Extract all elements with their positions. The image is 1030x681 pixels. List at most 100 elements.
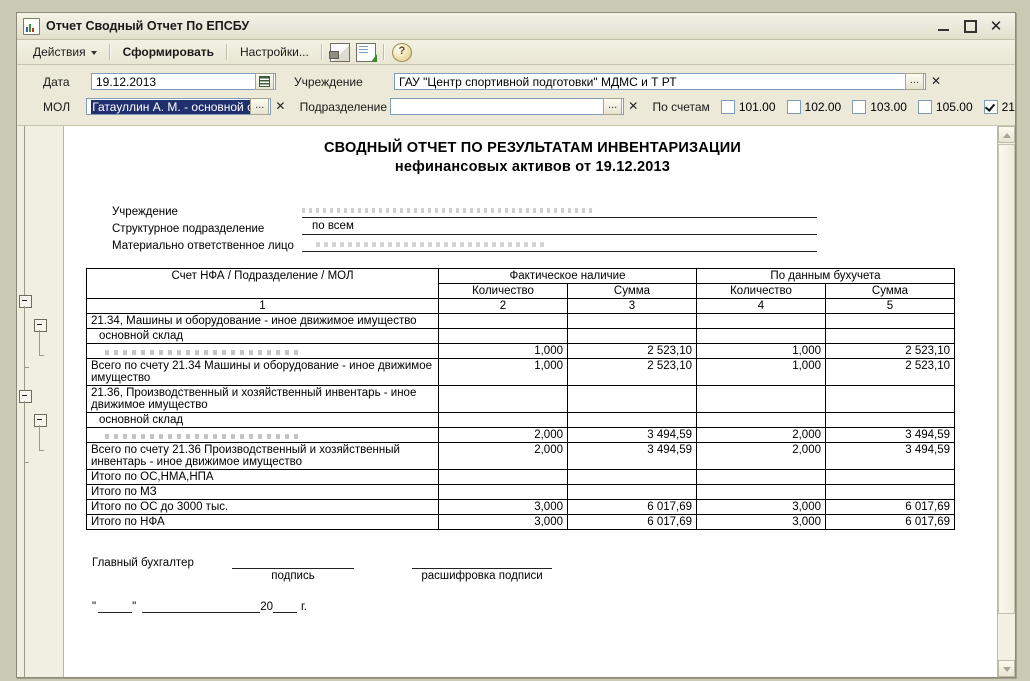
sub-2-stem [39,425,44,451]
checkbox-box[interactable] [983,99,998,114]
table-head: Счет НФА / Подразделение / МОЛ Фактическ… [86,268,955,314]
account-checkbox-105-00[interactable]: 105.00 [917,99,973,114]
window-titlebar: Отчет Сводный Отчет По ЕПСБУ ✕ [17,13,1015,40]
actions-menu-button[interactable]: Действия [25,43,105,61]
table-row[interactable]: 2,000 3 494,59 2,000 3 494,59 [86,427,955,443]
vertical-scrollbar[interactable] [997,126,1015,677]
sub-1-stem [39,330,44,356]
report-window: Отчет Сводный Отчет По ЕПСБУ ✕ Действия … [16,12,1016,678]
checkbox-box[interactable] [917,99,932,114]
scrollbar-thumb[interactable] [998,144,1015,614]
cell-qty-acct: 3,000 [696,514,826,530]
mol-select-button[interactable]: ... [250,98,270,115]
meta-row: Учреждение [112,201,981,218]
cell-sum-acct: 2 523,10 [825,358,955,386]
cell-sum-fact: 6 017,69 [567,499,697,515]
report-title: СВОДНЫЙ ОТЧЕТ ПО РЕЗУЛЬТАТАМ ИНВЕНТАРИЗА… [84,139,981,177]
signature-name-line [412,556,552,569]
signature-row: Главный бухгалтер [92,556,981,569]
table-row[interactable]: Итого по ОС,НМА,НПА [86,469,955,485]
date-value: 19.12.2013 [96,74,157,89]
chevron-down-icon [90,50,97,55]
cell-qty-fact: 2,000 [438,427,568,443]
subdivision-select-button[interactable]: ... [603,98,623,115]
checkbox-box[interactable] [852,99,867,114]
table-row[interactable]: 21.34, Машины и оборудование - иное движ… [86,313,955,329]
calendar-icon[interactable] [255,73,274,90]
cell-sum-fact [567,412,697,428]
subdivision-input[interactable]: ... [389,98,625,115]
cell-sum-acct [825,385,955,413]
mol-value: Гатауллин А. М. - основной склад [91,99,251,114]
account-checkbox-101-00[interactable]: 101.00 [720,99,776,114]
parameters-row-2: МОЛ Гатауллин А. М. - основной склад ...… [17,96,1015,117]
cell-sum-fact: 3 494,59 [567,427,697,443]
table-row[interactable]: Всего по счету 21.34 Машины и оборудован… [86,358,955,386]
subdivision-clear-button[interactable]: ✕ [626,98,640,115]
checkbox-box[interactable] [786,99,801,114]
maximize-button[interactable] [963,19,977,33]
collapse-node-sub-2[interactable] [34,414,47,427]
institution-clear-button[interactable]: ✕ [928,73,944,90]
toolbar-separator [108,44,111,60]
cell-sum-acct [825,484,955,500]
minimize-button[interactable] [937,19,951,33]
cell-sum-acct: 3 494,59 [825,442,955,470]
cell-qty-acct [696,328,826,344]
close-button[interactable]: ✕ [989,19,1003,34]
account-checkbox-21[interactable]: 21 [983,99,1015,114]
header-fact-sum: Сумма [567,283,697,299]
colnum-5: 5 [825,298,955,314]
checkbox-box[interactable] [720,99,735,114]
cell-qty-fact: 3,000 [438,514,568,530]
collapse-node-sub-1[interactable] [34,319,47,332]
cell-name: Всего по счету 21.34 Машины и оборудован… [86,358,439,386]
colnum-4: 4 [696,298,826,314]
colnum-1: 1 [86,298,439,314]
table-row[interactable]: Итого по МЗ [86,484,955,500]
mol-clear-button[interactable]: ✕ [273,98,287,115]
header-acct-sum: Сумма [825,283,955,299]
date-input[interactable]: 19.12.2013 [91,73,276,90]
table-row[interactable]: Итого по ОС до 3000 тыс. 3,000 6 017,69 3,0… [86,499,955,515]
settings-button[interactable]: Настройки... [232,43,317,61]
table-row[interactable]: основной склад [86,328,955,344]
meta-label-institution: Учреждение [112,206,178,218]
signature-block: Главный бухгалтер подпись расшифровка по… [92,556,981,613]
table-row[interactable]: 21.36, Производственный и хозяйственный … [86,385,955,413]
scroll-down-button[interactable] [998,660,1015,677]
account-checkbox-103-00[interactable]: 103.00 [852,99,907,114]
print-icon[interactable] [328,42,350,62]
meta-value-mol [302,236,817,252]
collapse-node-group-2[interactable] [19,390,32,403]
cell-qty-fact [438,385,568,413]
cell-qty-acct: 1,000 [696,358,826,386]
report-sheet: СВОДНЫЙ ОТЧЕТ ПО РЕЗУЛЬТАТАМ ИНВЕНТАРИЗА… [64,126,997,677]
cell-qty-fact [438,313,568,329]
checkbox-label: 102.00 [804,99,842,114]
cell-name [86,343,439,359]
colnum-2: 2 [438,298,568,314]
table-row[interactable]: Всего по счету 21.36 Производственный и … [86,442,955,470]
header-acct-qty: Количество [696,283,826,299]
accounts-label: По счетам [652,99,710,114]
generate-button[interactable]: Сформировать [115,43,222,61]
collapse-node-group-1[interactable] [19,295,32,308]
table-row[interactable]: основной склад [86,412,955,428]
scroll-up-button[interactable] [998,126,1015,143]
accounts-checkbox-group: 101.00 102.00 103.00 105.00 21 [710,99,1015,114]
mol-input[interactable]: Гатауллин А. М. - основной склад ... [86,98,272,115]
subdivision-label: Подразделение [299,99,388,114]
table-row[interactable]: Итого по НФА 3,000 6 017,69 3,000 6 017,69 [86,514,955,530]
meta-label-subdivision: Структурное подразделение [112,223,265,235]
institution-select-button[interactable]: ... [905,73,924,90]
cell-qty-acct [696,412,826,428]
table-row[interactable]: 1,000 2 523,10 1,000 2 523,10 [86,343,955,359]
header-account: Счет НФА / Подразделение / МОЛ [86,268,439,299]
date-year-suffix: г. [300,601,307,613]
save-to-file-icon[interactable] [355,42,377,62]
account-checkbox-102-00[interactable]: 102.00 [786,99,842,114]
institution-input[interactable]: ГАУ "Центр спортивной подготовки" МДМС и… [394,73,926,90]
cell-name: основной склад [86,328,439,344]
help-icon[interactable]: ? [391,42,412,62]
